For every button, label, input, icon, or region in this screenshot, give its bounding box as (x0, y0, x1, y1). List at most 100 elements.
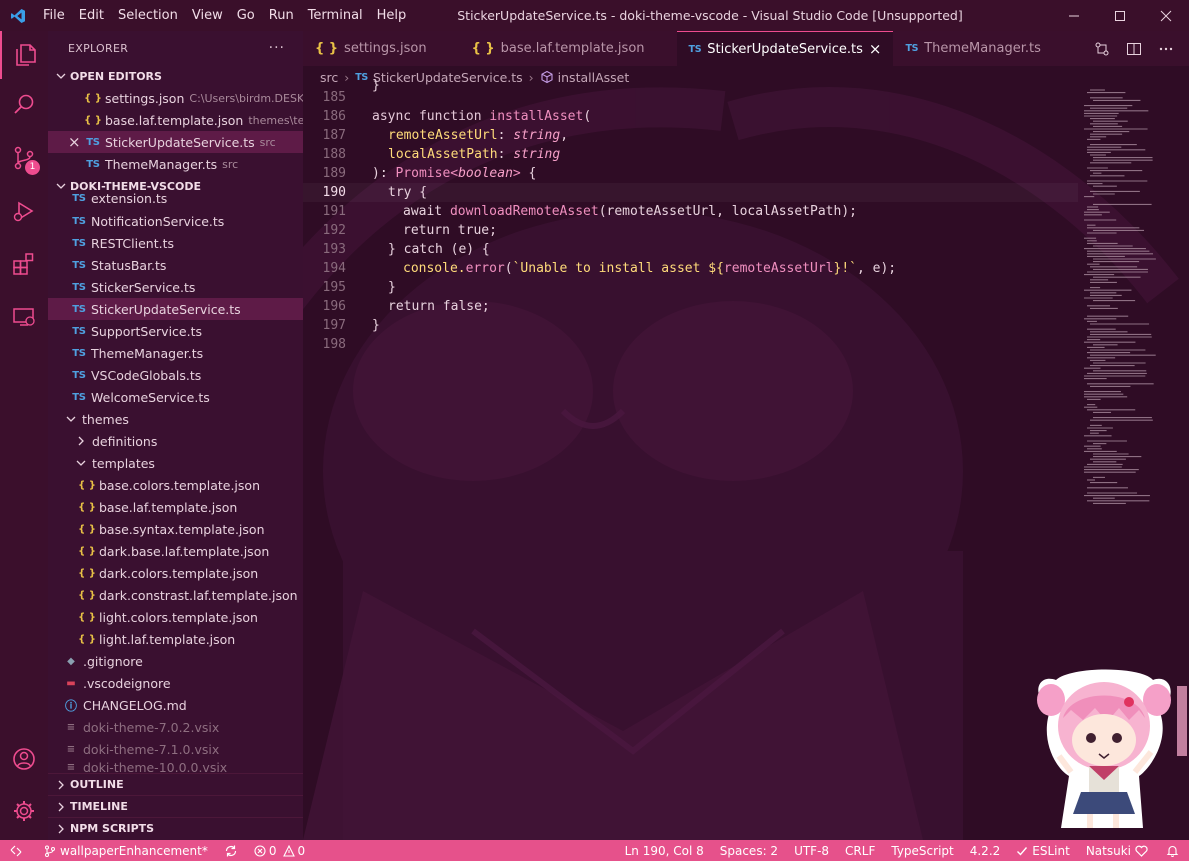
editor-scrollbar[interactable] (1175, 88, 1189, 840)
file-row[interactable]: ⓘ CHANGELOG.md (48, 694, 303, 716)
tab-theme-manager[interactable]: TS ThemeManager.ts (893, 31, 1052, 66)
file-row[interactable]: ≡ doki-theme-7.1.0.vsix (48, 738, 303, 760)
json-file-icon: { } (78, 523, 96, 535)
tab-settings-json[interactable]: { } settings.json (303, 31, 439, 66)
typescript-file-icon: TS (355, 71, 368, 83)
line-content: } catch (e) { (388, 242, 490, 257)
run-debug-button[interactable] (0, 187, 48, 235)
menu-edit[interactable]: Edit (72, 0, 111, 31)
tab-sticker-update-service[interactable]: TS StickerUpdateService.ts × (676, 31, 894, 66)
file-row[interactable]: { } dark.colors.template.json (48, 562, 303, 584)
explorer-button[interactable] (0, 31, 48, 79)
menu-selection[interactable]: Selection (111, 0, 185, 31)
maximize-button[interactable] (1097, 0, 1143, 31)
open-editor-base-laf[interactable]: { } base.laf.template.json themes\te... (48, 109, 303, 131)
typescript-file-icon: TS (72, 325, 86, 337)
file-row[interactable]: TS extension.ts (48, 189, 303, 207)
line-number: 187 (322, 128, 346, 143)
chevron-right-icon (54, 800, 68, 814)
folder-templates[interactable]: templates (48, 452, 303, 474)
minimap[interactable] (1080, 88, 1175, 508)
breadcrumb-symbol[interactable]: installAsset (558, 70, 630, 85)
remote-indicator[interactable] (0, 840, 32, 861)
split-editor-button[interactable] (1121, 36, 1147, 62)
file-row-selected[interactable]: TS StickerUpdateService.ts (48, 298, 303, 320)
source-control-button[interactable]: 1 (0, 134, 48, 182)
tab-label: base.laf.template.json (500, 41, 645, 56)
token-punct: : (497, 128, 514, 143)
file-row[interactable]: ◆ .gitignore (48, 650, 303, 672)
file-row[interactable]: TS RESTClient.ts (48, 232, 303, 254)
indentation[interactable]: Spaces: 2 (712, 840, 786, 861)
menu-run[interactable]: Run (262, 0, 301, 31)
folder-themes[interactable]: themes (48, 408, 303, 430)
file-row[interactable]: { } light.colors.template.json (48, 606, 303, 628)
folder-definitions[interactable]: definitions (48, 430, 303, 452)
sync-button[interactable] (216, 840, 246, 861)
menu-help[interactable]: Help (370, 0, 414, 31)
breadcrumb-folder[interactable]: src (320, 70, 338, 85)
token-function: downloadRemoteAsset (449, 204, 599, 219)
file-row[interactable]: TS WelcomeService.ts (48, 386, 303, 408)
file-row[interactable]: TS VSCodeGlobals.ts (48, 364, 303, 386)
doki-theme-indicator[interactable]: Natsuki (1078, 840, 1156, 861)
file-row[interactable]: { } base.laf.template.json (48, 496, 303, 518)
language-mode[interactable]: TypeScript (883, 840, 961, 861)
file-row[interactable]: { } dark.constrast.laf.template.json (48, 584, 303, 606)
minimize-button[interactable] (1051, 0, 1097, 31)
close-window-button[interactable] (1143, 0, 1189, 31)
typescript-file-icon: TS (86, 136, 100, 148)
open-editor-theme-manager[interactable]: TS ThemeManager.ts src (48, 153, 303, 175)
scrollbar-thumb[interactable] (1177, 686, 1187, 756)
tab-base-laf-template-json[interactable]: { } base.laf.template.json (439, 31, 657, 66)
menu-terminal[interactable]: Terminal (301, 0, 370, 31)
file-row[interactable]: TS SupportService.ts (48, 320, 303, 342)
npm-scripts-header[interactable]: NPM SCRIPTS (48, 817, 303, 839)
file-row[interactable]: TS StatusBar.ts (48, 254, 303, 276)
code-line-current: 190 try { (303, 183, 1078, 202)
file-row[interactable]: ≡ doki-theme-10.0.0.vsix (48, 760, 303, 772)
code-editor[interactable]: 185} 186 async function installAsset( 187… (303, 78, 1078, 840)
file-row[interactable]: ≡ doki-theme-7.0.2.vsix (48, 716, 303, 738)
close-editor-icon[interactable]: × (68, 133, 86, 151)
explorer-icon (16, 44, 36, 66)
cursor-position[interactable]: Ln 190, Col 8 (617, 840, 712, 861)
window-controls (1051, 0, 1189, 31)
file-row[interactable]: ▬ .vscodeignore (48, 672, 303, 694)
breadcrumb-file[interactable]: StickerUpdateService.ts (373, 70, 523, 85)
manage-settings-button[interactable] (0, 787, 48, 835)
menu-file[interactable]: File (36, 0, 72, 31)
open-changes-button[interactable] (1089, 36, 1115, 62)
file-row[interactable]: { } light.laf.template.json (48, 628, 303, 650)
file-row[interactable]: { } base.colors.template.json (48, 474, 303, 496)
eslint-status[interactable]: ESLint (1008, 840, 1078, 861)
code-line: 196 return false; (303, 297, 1078, 316)
open-editor-settings-json[interactable]: { } settings.json C:\Users\birdm.DESK... (48, 87, 303, 109)
branch-indicator[interactable]: wallpaperEnhancement* (32, 840, 216, 861)
search-button[interactable] (0, 81, 48, 129)
encoding[interactable]: UTF-8 (786, 840, 837, 861)
file-row[interactable]: TS NotificationService.ts (48, 210, 303, 232)
open-editors-header[interactable]: OPEN EDITORS (48, 65, 303, 87)
close-tab-icon[interactable]: × (869, 40, 882, 58)
file-row[interactable]: TS ThemeManager.ts (48, 342, 303, 364)
menu-go[interactable]: Go (230, 0, 262, 31)
explorer-more-actions[interactable]: ··· (269, 40, 285, 56)
more-actions-button[interactable] (1153, 36, 1179, 62)
end-of-line[interactable]: CRLF (837, 840, 883, 861)
open-editor-sticker-update-service[interactable]: × TS StickerUpdateService.ts src (48, 131, 303, 153)
outline-header[interactable]: OUTLINE (48, 773, 303, 795)
file-row[interactable]: { } dark.base.laf.template.json (48, 540, 303, 562)
notifications-button[interactable] (1156, 840, 1189, 861)
typescript-version[interactable]: 4.2.2 (962, 840, 1009, 861)
file-name: doki-theme-7.0.2.vsix (83, 719, 220, 735)
menu-view[interactable]: View (185, 0, 230, 31)
account-button[interactable] (0, 735, 48, 783)
file-row[interactable]: TS StickerService.ts (48, 276, 303, 298)
extensions-button[interactable] (0, 240, 48, 288)
remote-explorer-button[interactable] (0, 293, 48, 341)
problems-indicator[interactable]: 0 0 (246, 840, 313, 861)
token-type: boolean (458, 166, 513, 181)
file-row[interactable]: { } base.syntax.template.json (48, 518, 303, 540)
timeline-header[interactable]: TIMELINE (48, 795, 303, 817)
